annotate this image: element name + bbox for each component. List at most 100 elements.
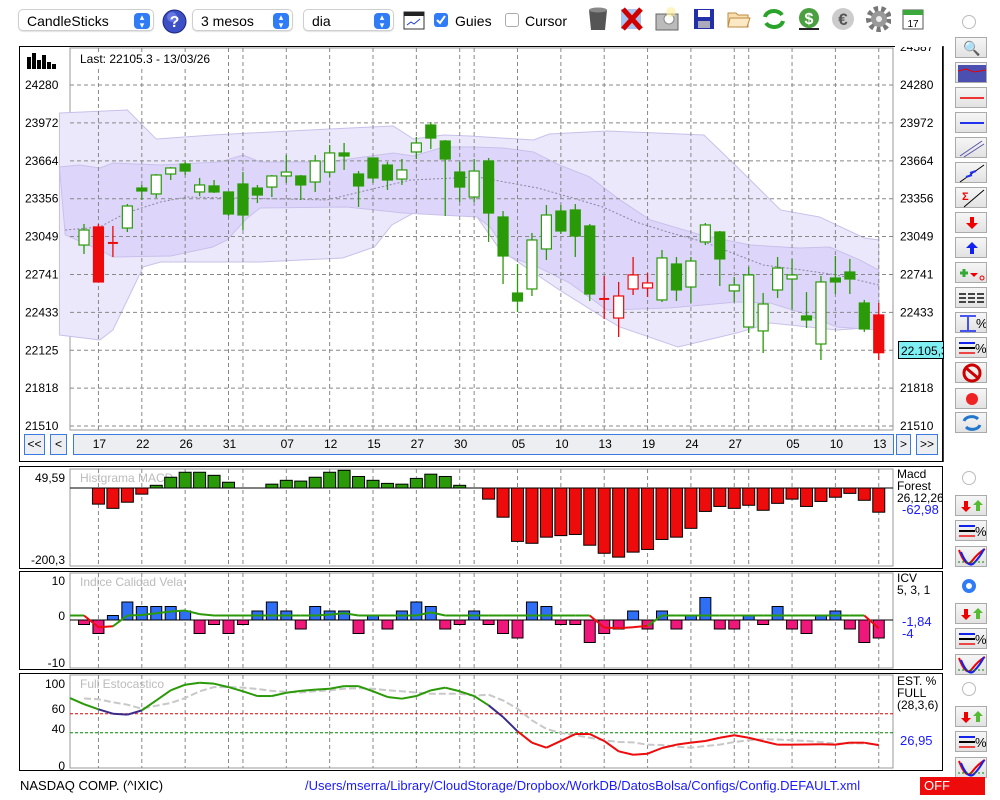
axis-tick-label: 0 [58, 759, 65, 773]
macd-signals-button[interactable] [955, 495, 987, 516]
macd-bar [828, 487, 842, 498]
macd-bar [814, 487, 828, 502]
stoch-k-segment [545, 740, 562, 749]
fibonacci-button[interactable]: Σ [955, 187, 987, 208]
red-line-button[interactable] [955, 87, 987, 108]
sell-arrow-icon [966, 216, 978, 229]
icv-bar [583, 619, 596, 643]
stoch-k-segment [401, 695, 417, 700]
channel-button[interactable] [955, 137, 987, 158]
sell-arrow-button[interactable] [955, 212, 987, 233]
off-status-button[interactable]: OFF [920, 777, 985, 795]
macd-bar [539, 487, 553, 538]
macd-legend: Macd Forest 26,12,26 -62,98 [897, 468, 944, 516]
zoom-button[interactable]: 🔍 [955, 37, 987, 58]
stoch-k-segment [734, 734, 749, 739]
signals-button[interactable] [955, 262, 987, 283]
cancel-button[interactable] [955, 362, 987, 383]
svg-text:%: % [976, 316, 986, 331]
icv-bar [843, 619, 856, 630]
stoch-k-segment [242, 690, 258, 697]
stoch-signals-button[interactable] [955, 706, 987, 727]
icv-bar [670, 619, 683, 630]
icv-signals-icon [961, 607, 983, 620]
volume-chart-icon [957, 64, 986, 82]
icv-bar [540, 606, 553, 621]
macd-percent-lines-button[interactable]: % [955, 520, 987, 541]
stoch-percent-lines-button[interactable]: % [955, 731, 987, 752]
indicator-title: Indice Calidad Vela [80, 575, 183, 589]
macd-bar [265, 483, 279, 489]
macd-bar [106, 487, 120, 509]
stoch-k-segment [531, 741, 547, 749]
grid-lines-button[interactable] [955, 287, 987, 308]
icv-bar [699, 597, 712, 621]
icv-crossover-button[interactable] [955, 654, 987, 675]
macd-bar [438, 475, 452, 489]
icv-bar [164, 606, 177, 621]
icv-bar [236, 619, 249, 625]
stoch-k-segment [387, 695, 403, 700]
macd-bar [409, 477, 423, 489]
percent-lines-button[interactable]: % [955, 337, 987, 358]
macd-bar [323, 471, 337, 489]
stoch-k-segment [415, 689, 432, 697]
axis-tick-label: 10 [52, 574, 66, 588]
stoch-k-segment [430, 686, 446, 692]
stoch-panel-radio[interactable] [962, 682, 976, 696]
record-button[interactable] [955, 388, 987, 409]
fibonacci-icon: Σ [962, 189, 985, 207]
config-path[interactable]: /Users/mserra/Library/CloudStorage/Dropb… [305, 778, 860, 793]
icv-signal-segment [170, 609, 186, 613]
icv-bar [771, 606, 784, 621]
macd-bar [713, 487, 727, 507]
percent-range-button[interactable]: % [955, 312, 987, 333]
stoch-k-segment [603, 740, 620, 753]
icv-signal-segment [98, 625, 113, 629]
macd-bar [91, 487, 105, 505]
macd-bar [684, 487, 698, 529]
macd-bar [612, 487, 626, 558]
macd-crossover-icon [958, 547, 986, 566]
icv-percent-lines-button[interactable]: % [955, 628, 987, 649]
stoch-params: (28,3,6) [897, 698, 939, 712]
macd-bar [380, 482, 394, 489]
icv-bar [381, 619, 394, 630]
macd-bar [785, 487, 799, 500]
macd-bar [727, 487, 741, 509]
macd-crossover-button[interactable] [955, 546, 987, 567]
trendline-button[interactable] [955, 162, 987, 183]
stoch-name: EST. % FULL [897, 674, 937, 700]
swap-button[interactable] [955, 412, 987, 433]
icv-bar [569, 619, 582, 625]
blue-line-button[interactable] [955, 112, 987, 133]
icv-bar [497, 619, 510, 634]
macd-bar [568, 487, 582, 535]
icv-bar [872, 619, 885, 639]
macd-panel-radio[interactable] [962, 471, 976, 485]
stoch-crossover-button[interactable] [955, 757, 987, 778]
macd-percent-lines-icon: % [959, 524, 986, 539]
icv-bar [439, 619, 452, 630]
icv-panel-radio[interactable] [962, 579, 976, 593]
icv-signals-button[interactable] [955, 603, 987, 624]
macd-bar [511, 487, 524, 542]
stoch-k-segment [864, 741, 879, 747]
macd-bar [554, 487, 568, 537]
icv-bar [222, 619, 235, 634]
icv-bar [786, 619, 799, 630]
icv-percent-lines-icon: % [959, 632, 986, 647]
macd-bar [698, 487, 712, 512]
stoch-crossover-icon [958, 758, 986, 777]
macd-bar [294, 480, 308, 489]
macd-bar [395, 483, 409, 489]
stoch-d-line [83, 686, 879, 749]
buy-arrow-button[interactable] [955, 237, 987, 258]
icv-bar [410, 601, 423, 621]
volume-chart-button[interactable] [955, 62, 987, 83]
percent-lines-icon: % [959, 341, 986, 356]
svg-text:🔍: 🔍 [963, 39, 980, 57]
index-name: NASDAQ COMP. (^IXIC) [20, 778, 164, 793]
macd-signals-icon [961, 499, 983, 512]
macd-bar [424, 473, 438, 489]
